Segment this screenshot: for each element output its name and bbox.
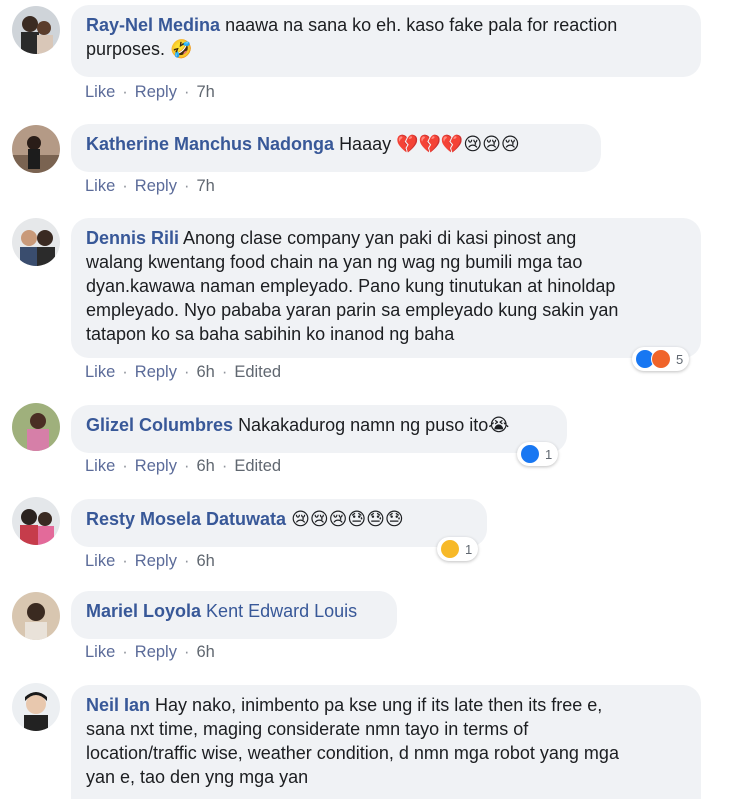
separator: · — [183, 83, 190, 101]
comment-actions: Like · Reply · 7h — [85, 177, 215, 196]
separator: · — [183, 552, 190, 570]
comment-actions: Like · Reply · 6h — [85, 552, 215, 571]
comment-actions: Like · Reply · 7h — [85, 83, 215, 102]
angry-icon — [651, 349, 671, 369]
reply-link[interactable]: Reply — [135, 552, 177, 570]
comment-bubble: Resty Mosela Datuwata 😢😢😢😓😓😓 — [71, 499, 487, 547]
avatar[interactable] — [12, 497, 60, 545]
like-link[interactable]: Like — [85, 643, 115, 661]
separator: · — [122, 457, 128, 475]
comment-bubble: Katherine Manchus Nadonga Haaay 💔💔💔😢😢😢 — [71, 124, 601, 172]
reaction-count: 5 — [676, 351, 684, 367]
separator: · — [122, 643, 128, 661]
reaction-count: 1 — [545, 446, 553, 462]
comment-author[interactable]: Neil Ian — [86, 695, 150, 715]
timestamp[interactable]: 6h — [196, 363, 214, 381]
separator: · — [221, 363, 228, 381]
comment-actions: Like · Reply · 6h · Edited — [85, 363, 281, 382]
comment-author[interactable]: Katherine Manchus Nadonga — [86, 134, 334, 154]
separator: · — [183, 177, 190, 195]
reply-link[interactable]: Reply — [135, 457, 177, 475]
comment-author[interactable]: Ray-Nel Medina — [86, 15, 220, 35]
comment-text: 😢😢😢😓😓😓 — [291, 509, 404, 529]
avatar[interactable] — [12, 403, 60, 451]
comment-text-line1: Anong clase company yan paki di kasi pin… — [183, 228, 577, 248]
avatar[interactable] — [12, 592, 60, 640]
comment-author[interactable]: Resty Mosela Datuwata — [86, 509, 286, 529]
avatar[interactable] — [12, 125, 60, 173]
comment-author[interactable]: Mariel Loyola — [86, 601, 201, 621]
comment-bubble: Dennis Rili Anong clase company yan paki… — [71, 218, 701, 358]
avatar[interactable] — [12, 6, 60, 54]
comment-text-line2: walang kwentang food chain na yan ng wag… — [86, 252, 583, 272]
timestamp[interactable]: 7h — [196, 83, 214, 101]
reaction-badge[interactable]: 1 — [517, 442, 559, 466]
comment-text-line3: location/traffic wise, weather condition… — [86, 743, 619, 763]
comment-text-line1: Hay nako, inimbento pa kse ung if its la… — [155, 695, 603, 715]
timestamp[interactable]: 6h — [196, 457, 214, 475]
comment-actions: Like · Reply · 6h — [85, 643, 215, 662]
comment-text-line5: tatapon ko sa baha sabihin ko inanod ng … — [86, 324, 455, 344]
reaction-count: 1 — [465, 541, 473, 557]
avatar[interactable] — [12, 218, 60, 266]
comment-text: naawa na sana ko eh. kaso fake pala for … — [225, 15, 618, 35]
like-link[interactable]: Like — [85, 457, 115, 475]
separator: · — [183, 363, 190, 381]
reaction-badge[interactable]: 5 — [632, 347, 690, 371]
reply-link[interactable]: Reply — [135, 643, 177, 661]
comment-bubble: Glizel Columbres Nakakadurog namn ng pus… — [71, 405, 567, 453]
separator: · — [122, 177, 128, 195]
separator: · — [221, 457, 228, 475]
comment-text: Nakakadurog namn ng puso ito😭 — [238, 415, 510, 435]
edited-label[interactable]: Edited — [234, 457, 281, 475]
comment-bubble: Ray-Nel Medina naawa na sana ko eh. kaso… — [71, 5, 701, 77]
haha-icon — [440, 539, 460, 559]
like-link[interactable]: Like — [85, 177, 115, 195]
reaction-badge[interactable]: 1 — [437, 537, 479, 561]
comment-actions: Like · Reply · 6h · Edited — [85, 457, 281, 476]
separator: · — [183, 457, 190, 475]
timestamp[interactable]: 6h — [196, 643, 214, 661]
comment-text-line2: purposes. 🤣 — [86, 39, 193, 59]
separator: · — [122, 552, 128, 570]
edited-label[interactable]: Edited — [234, 363, 281, 381]
reply-link[interactable]: Reply — [135, 177, 177, 195]
comment-text-line3: dyan.kawawa naman empleyado. Pano kung t… — [86, 276, 616, 296]
like-icon — [520, 444, 540, 464]
like-link[interactable]: Like — [85, 363, 115, 381]
comment-text-line4: empleyado. Nyo pababa yaran parin sa emp… — [86, 300, 619, 320]
like-link[interactable]: Like — [85, 552, 115, 570]
avatar[interactable] — [12, 683, 60, 731]
comment-text-line2: sana nxt time, maging considerate nmn ta… — [86, 719, 529, 739]
comment-bubble: Mariel Loyola Kent Edward Louis — [71, 591, 397, 639]
reply-link[interactable]: Reply — [135, 83, 177, 101]
like-link[interactable]: Like — [85, 83, 115, 101]
comment-text-line4: yan e, tao den yng mga yan — [86, 767, 309, 787]
comment-text: Haaay 💔💔💔😢😢😢 — [339, 134, 520, 154]
separator: · — [122, 363, 128, 381]
comment-bubble: Neil Ian Hay nako, inimbento pa kse ung … — [71, 685, 701, 799]
mention-link[interactable]: Kent Edward Louis — [206, 601, 357, 621]
timestamp[interactable]: 6h — [196, 552, 214, 570]
comment-author[interactable]: Glizel Columbres — [86, 415, 233, 435]
comment-author[interactable]: Dennis Rili — [86, 228, 179, 248]
timestamp[interactable]: 7h — [196, 177, 214, 195]
separator: · — [122, 83, 128, 101]
reply-link[interactable]: Reply — [135, 363, 177, 381]
separator: · — [183, 643, 190, 661]
